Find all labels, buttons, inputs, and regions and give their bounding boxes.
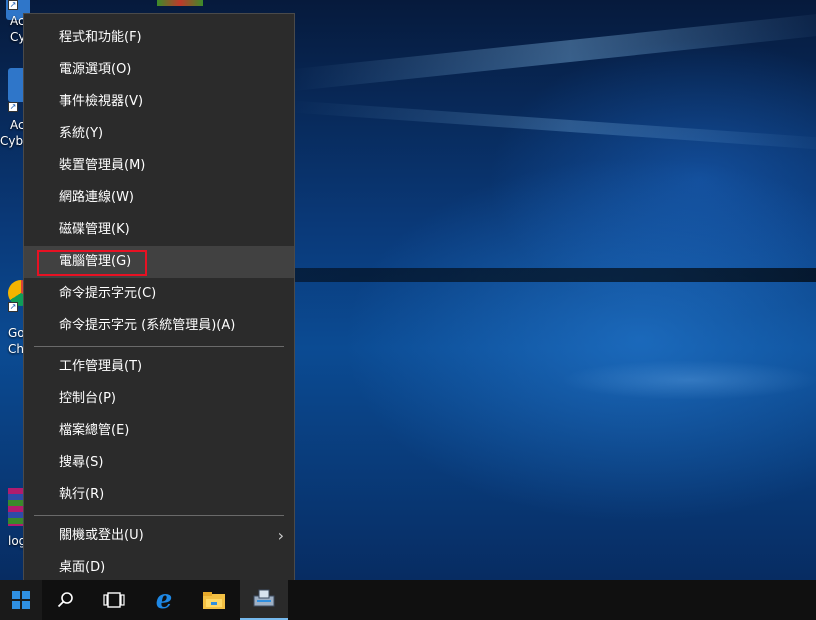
- folder-icon: [203, 592, 225, 609]
- menu-item-label: 工作管理員(T): [59, 359, 143, 374]
- server-manager-icon: [253, 589, 275, 607]
- menu-item-disk-management[interactable]: 磁碟管理(K): [24, 214, 294, 246]
- taskbar: e: [0, 580, 816, 620]
- menu-item-control-panel[interactable]: 控制台(P): [24, 383, 294, 415]
- winx-context-menu: 程式和功能(F) 電源選項(O) 事件檢視器(V) 系統(Y) 裝置管理員(M)…: [23, 13, 295, 593]
- menu-item-label: 磁碟管理(K): [59, 222, 130, 237]
- wallpaper-beam: [290, 10, 816, 92]
- menu-item-label: 程式和功能(F): [59, 30, 142, 45]
- shortcut-arrow-icon: ↗: [8, 0, 18, 10]
- menu-item-label: 事件檢視器(V): [59, 94, 144, 109]
- shortcut-arrow-icon: ↗: [8, 102, 18, 112]
- menu-item-label: 裝置管理員(M): [59, 158, 146, 173]
- menu-separator: [34, 515, 284, 516]
- menu-item-file-explorer[interactable]: 檔案總管(E): [24, 415, 294, 447]
- search-icon: [57, 592, 73, 608]
- internet-explorer-icon: e: [155, 585, 173, 615]
- menu-separator: [34, 346, 284, 347]
- menu-item-shutdown-signout[interactable]: 關機或登出(U) ›: [24, 520, 294, 552]
- start-button[interactable]: [0, 580, 42, 620]
- menu-item-search[interactable]: 搜尋(S): [24, 447, 294, 479]
- menu-item-run[interactable]: 執行(R): [24, 479, 294, 511]
- desktop-icon-partial[interactable]: [157, 0, 203, 6]
- winrar-icon: [8, 488, 24, 526]
- chevron-right-icon: ›: [277, 526, 284, 545]
- menu-item-command-prompt[interactable]: 命令提示字元(C): [24, 278, 294, 310]
- menu-item-label: 命令提示字元 (系統管理員)(A): [59, 318, 236, 333]
- menu-item-event-viewer[interactable]: 事件檢視器(V): [24, 86, 294, 118]
- menu-item-power-options[interactable]: 電源選項(O): [24, 54, 294, 86]
- file-explorer-button[interactable]: [190, 580, 238, 620]
- menu-item-label: 檔案總管(E): [59, 423, 130, 438]
- menu-item-system[interactable]: 系統(Y): [24, 118, 294, 150]
- menu-item-label: 桌面(D): [59, 560, 106, 575]
- menu-item-command-prompt-admin[interactable]: 命令提示字元 (系統管理員)(A): [24, 310, 294, 342]
- task-view-button[interactable]: [90, 580, 138, 620]
- menu-item-label: 電源選項(O): [59, 62, 132, 77]
- shortcut-arrow-icon: ↗: [8, 302, 18, 312]
- menu-item-computer-management[interactable]: 電腦管理(G): [24, 246, 294, 278]
- desktop-icon-label: Ch: [8, 342, 24, 356]
- menu-item-label: 關機或登出(U): [59, 528, 144, 543]
- wallpaper-glow: [560, 360, 816, 400]
- menu-item-device-manager[interactable]: 裝置管理員(M): [24, 150, 294, 182]
- menu-item-label: 搜尋(S): [59, 455, 104, 470]
- menu-item-task-manager[interactable]: 工作管理員(T): [24, 351, 294, 383]
- menu-item-programs-features[interactable]: 程式和功能(F): [24, 22, 294, 54]
- edge-button[interactable]: e: [140, 580, 188, 620]
- menu-item-label: 網路連線(W): [59, 190, 134, 205]
- search-button[interactable]: [42, 580, 90, 620]
- task-view-icon: [103, 592, 125, 608]
- windows-logo-icon: [12, 591, 30, 609]
- wallpaper-beam: [290, 268, 816, 282]
- menu-item-label: 命令提示字元(C): [59, 286, 157, 301]
- highlight-box: [37, 250, 147, 276]
- server-manager-button[interactable]: [240, 580, 288, 620]
- menu-item-label: 系統(Y): [59, 126, 104, 141]
- wallpaper-beam: [290, 100, 816, 152]
- menu-item-label: 執行(R): [59, 487, 105, 502]
- menu-item-label: 控制台(P): [59, 391, 116, 406]
- menu-item-network-connections[interactable]: 網路連線(W): [24, 182, 294, 214]
